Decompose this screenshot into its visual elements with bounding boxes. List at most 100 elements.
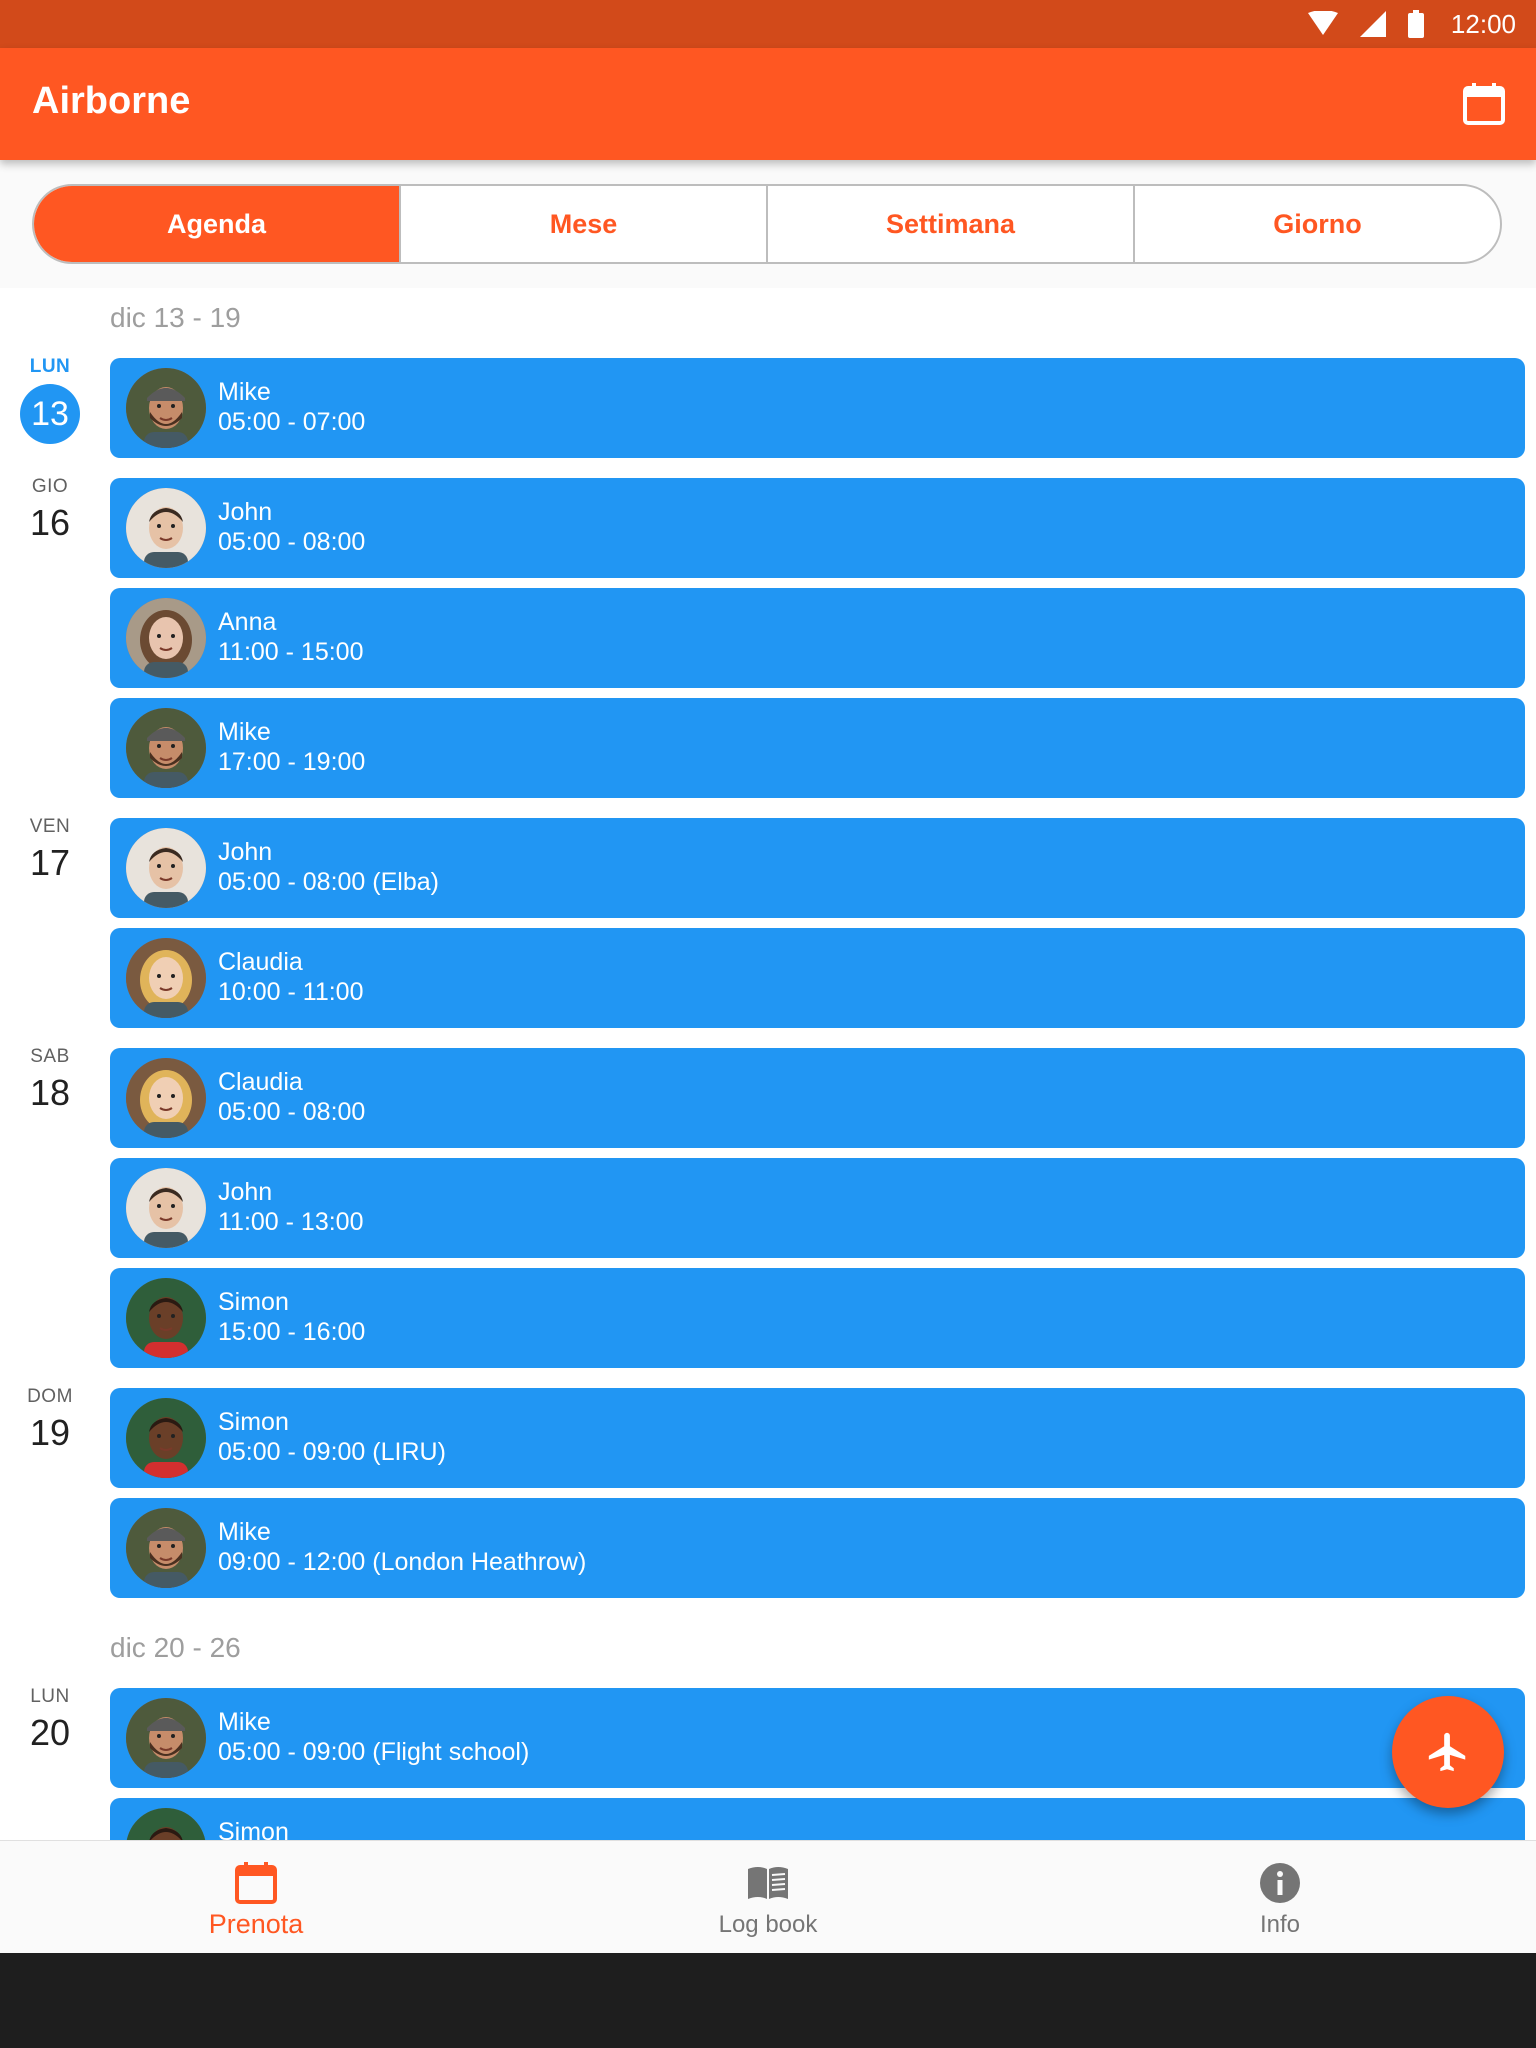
event-time: 05:00 - 08:00 (Elba) (218, 868, 439, 896)
day-abbr: SAB (30, 1046, 70, 1067)
week-header: dic 13 - 19 (110, 302, 241, 333)
day-number: 18 (29, 1072, 71, 1113)
event-time: 11:00 - 15:00 (218, 638, 364, 666)
avatar (126, 828, 206, 908)
day-number: 19 (29, 1412, 71, 1453)
book-icon (748, 1867, 788, 1899)
event-card[interactable]: Simon 15:00 - 16:00 (110, 1268, 1525, 1368)
calendar-icon (235, 1862, 277, 1904)
battery-icon (1408, 10, 1424, 38)
event-card[interactable]: Mike 05:00 - 07:00 (110, 358, 1525, 458)
avatar (126, 1278, 206, 1358)
event-name: Mike (218, 1518, 271, 1546)
event-name: Claudia (218, 1068, 303, 1096)
event-time: 05:00 - 09:00 (Flight school) (218, 1738, 530, 1766)
agenda-list[interactable]: dic 13 - 19 LUN 13 GIO 16 VEN 17 SAB 18 … (0, 288, 1536, 1840)
event-card[interactable]: John 11:00 - 13:00 (110, 1158, 1525, 1258)
day-number: 20 (29, 1712, 71, 1753)
event-time: 05:00 - 08:00 (218, 1098, 366, 1126)
event-card[interactable]: Simon (110, 1798, 1525, 1840)
day-abbr: DOM (27, 1386, 73, 1407)
day-abbr: GIO (31, 476, 69, 497)
status-icons (1308, 10, 1424, 38)
app-bar: Airborne (0, 48, 1536, 160)
avatar (126, 1398, 206, 1478)
event-card[interactable]: John 05:00 - 08:00 (110, 478, 1525, 578)
event-time: 11:00 - 13:00 (218, 1208, 364, 1236)
event-time: 05:00 - 08:00 (218, 528, 366, 556)
avatar (126, 708, 206, 788)
day-number: 17 (29, 842, 71, 883)
nav-item-info[interactable]: Info (1024, 1841, 1536, 1953)
nav-item-prenota[interactable]: Prenota (0, 1841, 512, 1953)
day-label-today: LUN 13 (0, 356, 100, 444)
day-abbr: VEN (29, 816, 71, 837)
nav-label: Info (1259, 1911, 1301, 1938)
tab-mese[interactable]: Mese (399, 186, 766, 262)
new-booking-fab[interactable] (1392, 1696, 1504, 1808)
event-time: 10:00 - 11:00 (218, 978, 364, 1006)
nav-label: Prenota (208, 1909, 304, 1939)
day-label: DOM 19 (0, 1386, 100, 1454)
nav-item-log-book[interactable]: Log book (512, 1841, 1024, 1953)
event-time: 05:00 - 09:00 (LIRU) (218, 1438, 446, 1466)
event-time: 17:00 - 19:00 (218, 748, 366, 776)
avatar (126, 488, 206, 568)
event-time: 09:00 - 12:00 (London Heathrow) (218, 1548, 587, 1576)
tab-agenda[interactable]: Agenda (34, 186, 399, 262)
event-card[interactable]: Mike 17:00 - 19:00 (110, 698, 1525, 798)
avatar (126, 1508, 206, 1588)
event-card[interactable]: Claudia 10:00 - 11:00 (110, 928, 1525, 1028)
day-abbr: LUN (29, 356, 71, 377)
avatar (126, 368, 206, 448)
view-switcher: Agenda Mese Settimana Giorno (32, 184, 1502, 264)
event-name: Mike (218, 718, 271, 746)
nav-label: Log book (718, 1911, 818, 1938)
event-card[interactable]: Claudia 05:00 - 08:00 (110, 1048, 1525, 1148)
avatar (126, 1058, 206, 1138)
event-name: John (218, 838, 273, 866)
event-name: Claudia (218, 948, 303, 976)
status-time: 12:00 (1450, 9, 1516, 39)
tab-giorno[interactable]: Giorno (1133, 186, 1500, 262)
bottom-nav: Prenota Log book Info (0, 1840, 1536, 1953)
event-name: Simon (218, 1408, 289, 1436)
week-header: dic 20 - 26 (110, 1632, 241, 1663)
day-number: 13 (20, 384, 80, 444)
event-card[interactable]: John 05:00 - 08:00 (Elba) (110, 818, 1525, 918)
app-title: Airborne (32, 80, 191, 122)
event-name: John (218, 498, 273, 526)
event-time: 05:00 - 07:00 (218, 408, 366, 436)
event-time: 15:00 - 16:00 (218, 1318, 366, 1346)
info-icon (1260, 1863, 1300, 1903)
view-switcher-area: Agenda Mese Settimana Giorno (0, 160, 1536, 288)
avatar (126, 938, 206, 1018)
avatar (126, 598, 206, 678)
event-name: Anna (218, 608, 277, 636)
event-card[interactable]: Mike 09:00 - 12:00 (London Heathrow) (110, 1498, 1525, 1598)
day-label: SAB 18 (0, 1046, 100, 1114)
event-name: Mike (218, 378, 271, 406)
day-number: 16 (29, 502, 71, 543)
event-card[interactable]: Mike 05:00 - 09:00 (Flight school) (110, 1688, 1525, 1788)
avatar (126, 1168, 206, 1248)
day-label: LUN 20 (0, 1686, 100, 1754)
airplane-icon (1428, 1732, 1466, 1772)
signal-icon (1360, 11, 1386, 37)
calendar-icon[interactable] (1462, 82, 1506, 126)
day-abbr: LUN (30, 1686, 70, 1707)
event-name: Simon (218, 1818, 289, 1840)
wifi-icon (1308, 11, 1338, 35)
day-label: GIO 16 (0, 476, 100, 544)
event-name: John (218, 1178, 273, 1206)
avatar (126, 1698, 206, 1778)
day-label: VEN 17 (0, 816, 100, 884)
system-navigation-bar (0, 1952, 1536, 2048)
event-card[interactable]: Anna 11:00 - 15:00 (110, 588, 1525, 688)
avatar (126, 1808, 206, 1840)
status-bar: 12:00 (0, 0, 1536, 48)
tab-settimana[interactable]: Settimana (766, 186, 1133, 262)
event-name: Mike (218, 1708, 271, 1736)
event-name: Simon (218, 1288, 289, 1316)
event-card[interactable]: Simon 05:00 - 09:00 (LIRU) (110, 1388, 1525, 1488)
